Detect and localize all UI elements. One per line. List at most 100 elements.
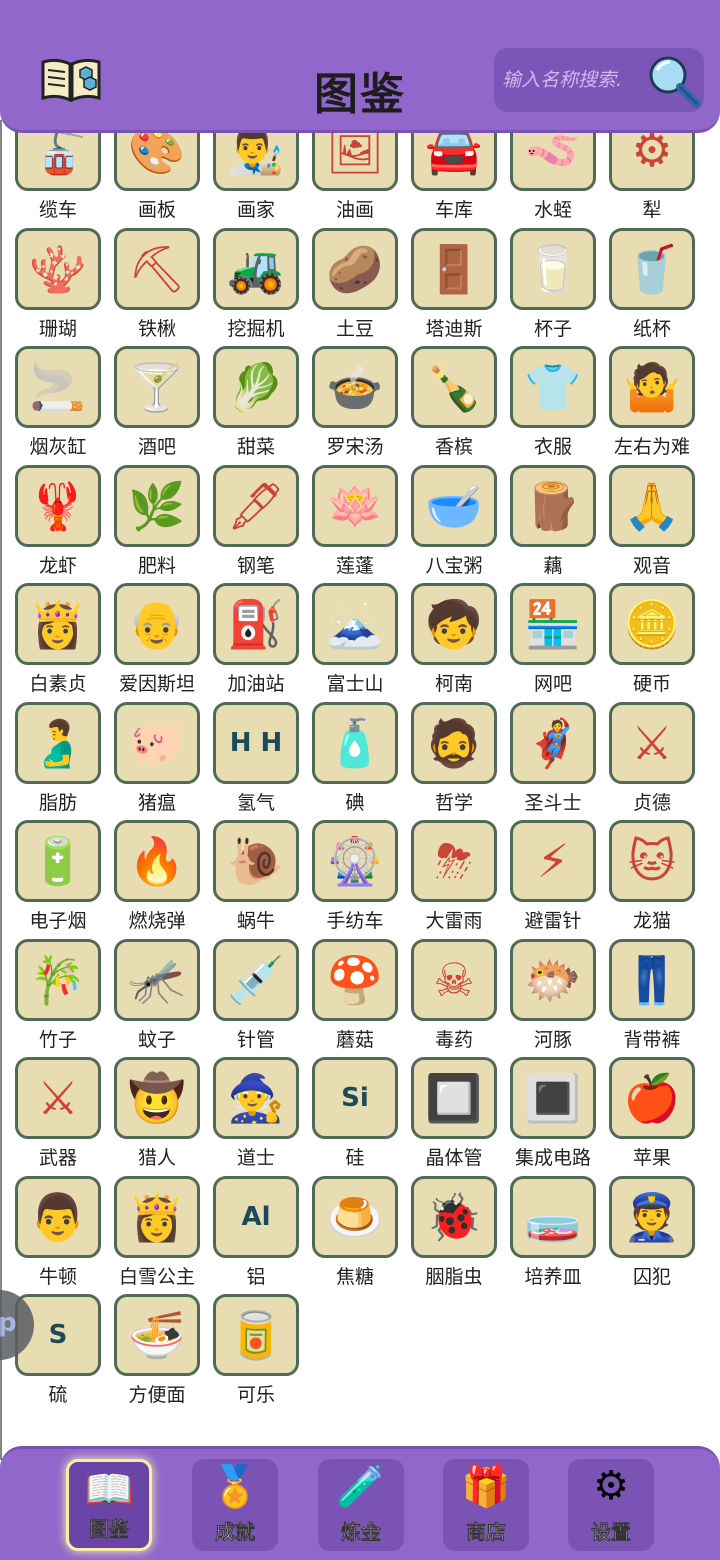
item-card[interactable]: ⛈ 大雷雨 xyxy=(396,820,497,938)
item-tile[interactable]: 🎡 xyxy=(312,820,398,902)
item-tile[interactable]: ⚡ xyxy=(510,820,596,902)
item-tile[interactable]: 🧒 xyxy=(411,583,497,665)
item-card[interactable]: 🐖 猪瘟 xyxy=(99,701,200,820)
item-card[interactable]: 🍸 酒吧 xyxy=(99,346,200,464)
item-card[interactable]: H H 氢气 xyxy=(198,701,299,820)
item-card[interactable]: 🍮 焦糖 xyxy=(297,1175,398,1294)
item-card[interactable]: 👖 背带裤 xyxy=(594,938,695,1057)
item-card[interactable]: 🚬 烟灰缸 xyxy=(0,346,101,464)
item-tile[interactable]: 🥣 xyxy=(411,464,497,547)
item-card[interactable]: Al 铝 xyxy=(198,1175,299,1294)
item-tile[interactable]: 🔳 xyxy=(510,1057,596,1139)
item-card[interactable]: 🍜 方便面 xyxy=(99,1294,200,1412)
item-tile[interactable]: 🔲 xyxy=(411,1057,497,1139)
item-card[interactable]: 🐡 河豚 xyxy=(495,938,596,1057)
nav-tab-gear[interactable]: ⚙ 设置 xyxy=(568,1459,654,1551)
item-tile[interactable]: 🐡 xyxy=(510,938,596,1021)
item-card[interactable]: 👮 囚犯 xyxy=(594,1175,695,1294)
item-card[interactable]: 🧙 道士 xyxy=(198,1057,299,1175)
item-tile[interactable]: 🦟 xyxy=(114,938,200,1021)
item-tile[interactable]: 🎋 xyxy=(15,938,101,1021)
item-tile[interactable]: 🧫 xyxy=(510,1175,596,1258)
item-card[interactable]: ⛏ 铁楸 xyxy=(99,227,200,346)
item-card[interactable]: 🤠 猎人 xyxy=(99,1057,200,1175)
item-card[interactable]: 🧔 哲学 xyxy=(396,701,497,820)
item-card[interactable]: 🎋 竹子 xyxy=(0,938,101,1057)
item-card[interactable]: 🥣 八宝粥 xyxy=(396,464,497,583)
item-tile[interactable]: 🦸 xyxy=(510,701,596,784)
item-tile[interactable]: 🏪 xyxy=(510,583,596,665)
item-card[interactable]: 👨 牛顿 xyxy=(0,1175,101,1294)
item-card[interactable]: 🐌 蜗牛 xyxy=(198,820,299,938)
nav-tab-book[interactable]: 📖 图鉴 xyxy=(66,1459,152,1551)
item-tile[interactable]: 🥤 xyxy=(609,227,695,310)
item-card[interactable]: 🦸 圣斗士 xyxy=(495,701,596,820)
item-card[interactable]: 🖋 钢笔 xyxy=(198,464,299,583)
item-tile[interactable]: 🚜 xyxy=(213,227,299,310)
item-tile[interactable]: 🐱 xyxy=(609,820,695,902)
nav-tab-medal[interactable]: 🏅 成就 xyxy=(192,1459,278,1551)
nav-tab-flask[interactable]: 🧪 炼金 xyxy=(318,1459,404,1551)
item-tile[interactable]: 🙏 xyxy=(609,464,695,547)
item-card[interactable]: 🧴 碘 xyxy=(297,701,398,820)
item-tile[interactable]: 👴 xyxy=(114,583,200,665)
item-tile[interactable]: 👸 xyxy=(15,583,101,665)
item-tile[interactable]: 🍎 xyxy=(609,1057,695,1139)
item-card[interactable]: ⚡ 避雷针 xyxy=(495,820,596,938)
item-tile[interactable]: Si xyxy=(312,1057,398,1139)
item-tile[interactable]: 🪷 xyxy=(312,464,398,547)
item-tile[interactable]: 🥬 xyxy=(213,346,299,428)
item-tile[interactable]: 🦞 xyxy=(15,464,101,547)
item-tile[interactable]: 🪸 xyxy=(15,227,101,310)
item-tile[interactable]: 🔥 xyxy=(114,820,200,902)
item-tile[interactable]: 🍸 xyxy=(114,346,200,428)
item-tile[interactable]: 🪙 xyxy=(609,583,695,665)
item-tile[interactable]: ⛈ xyxy=(411,820,497,902)
item-tile[interactable]: 🥔 xyxy=(312,227,398,310)
item-tile[interactable]: 🍜 xyxy=(114,1294,200,1376)
item-tile[interactable]: 🪵 xyxy=(510,464,596,547)
item-tile[interactable]: H H xyxy=(213,701,299,784)
item-card[interactable]: ⛽ 加油站 xyxy=(198,583,299,701)
item-tile[interactable]: 🧙 xyxy=(213,1057,299,1139)
item-card[interactable]: 🐱 龙猫 xyxy=(594,820,695,938)
item-tile[interactable]: ⛏ xyxy=(114,227,200,310)
item-card[interactable]: 🥤 纸杯 xyxy=(594,227,695,346)
item-tile[interactable]: 🐌 xyxy=(213,820,299,902)
item-tile[interactable]: Al xyxy=(213,1175,299,1258)
item-card[interactable]: 🪵 藕 xyxy=(495,464,596,583)
item-tile[interactable]: 🥫 xyxy=(213,1294,299,1376)
item-card[interactable]: 🌿 肥料 xyxy=(99,464,200,583)
item-tile[interactable]: 🤠 xyxy=(114,1057,200,1139)
item-card[interactable]: 🍎 苹果 xyxy=(594,1057,695,1175)
item-tile[interactable]: 🍄 xyxy=(312,938,398,1021)
item-card[interactable]: 🪸 珊瑚 xyxy=(0,227,101,346)
item-card[interactable]: 🧫 培养皿 xyxy=(495,1175,596,1294)
item-tile[interactable]: 🍾 xyxy=(411,346,497,428)
item-card[interactable]: 🍄 蘑菇 xyxy=(297,938,398,1057)
item-tile[interactable]: 🚪 xyxy=(411,227,497,310)
item-card[interactable]: 👴 爱因斯坦 xyxy=(99,583,200,701)
item-tile[interactable]: 🫃 xyxy=(15,701,101,784)
item-card[interactable]: 🔲 晶体管 xyxy=(396,1057,497,1175)
item-tile[interactable]: ☠ xyxy=(411,938,497,1021)
item-card[interactable]: 👸 白素贞 xyxy=(0,583,101,701)
item-tile[interactable]: 🤷 xyxy=(609,346,695,428)
item-card[interactable]: ⚔ 贞德 xyxy=(594,701,695,820)
item-tile[interactable]: 🐖 xyxy=(114,701,200,784)
item-tile[interactable]: 🧴 xyxy=(312,701,398,784)
item-tile[interactable]: 🖋 xyxy=(213,464,299,547)
search-icon[interactable] xyxy=(644,52,702,110)
item-tile[interactable]: 👸 xyxy=(114,1175,200,1258)
item-card[interactable]: 🔳 集成电路 xyxy=(495,1057,596,1175)
item-tile[interactable]: 🔋 xyxy=(15,820,101,902)
item-tile[interactable]: 🥛 xyxy=(510,227,596,310)
item-card[interactable]: 🗻 富士山 xyxy=(297,583,398,701)
item-card[interactable]: 👕 衣服 xyxy=(495,346,596,464)
item-card[interactable]: 🥬 甜菜 xyxy=(198,346,299,464)
item-card[interactable]: 🚜 挖掘机 xyxy=(198,227,299,346)
item-tile[interactable]: 👮 xyxy=(609,1175,695,1258)
item-tile[interactable]: 👕 xyxy=(510,346,596,428)
item-card[interactable]: 🪙 硬币 xyxy=(594,583,695,701)
item-card[interactable]: ⚔ 武器 xyxy=(0,1057,101,1175)
